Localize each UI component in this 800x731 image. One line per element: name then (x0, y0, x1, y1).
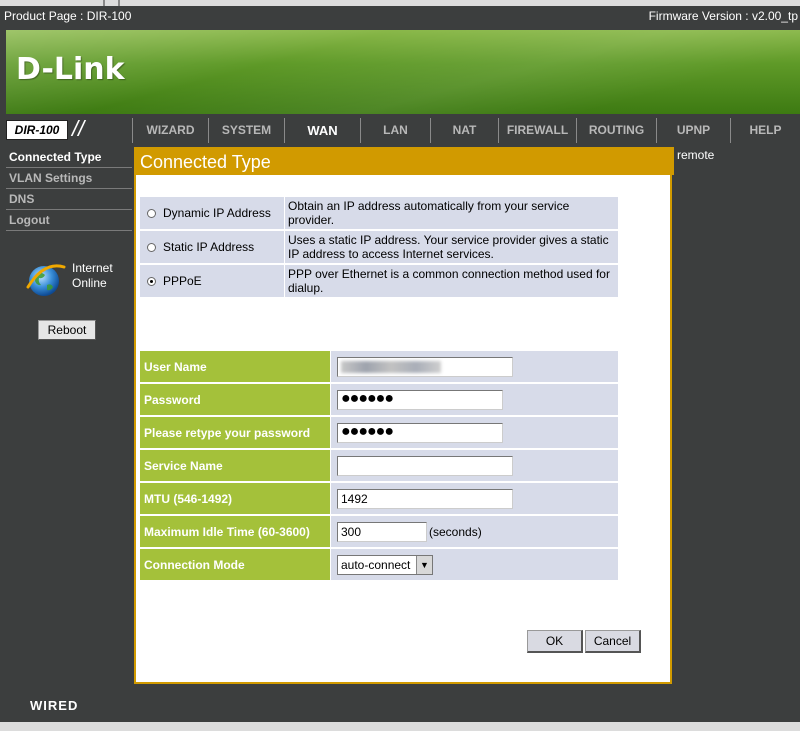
cancel-button[interactable]: Cancel (585, 630, 641, 653)
model-tab: DIR-100 // (6, 118, 132, 143)
chevron-down-icon[interactable]: ▼ (416, 555, 432, 574)
pppoe-settings-form: User Name Password ●●●●●● Please retype … (140, 349, 618, 582)
tab-upnp[interactable]: UPNP (656, 118, 730, 143)
ok-button[interactable]: OK (527, 630, 583, 653)
right-help-panel: remote (676, 147, 800, 684)
radio-pppoe[interactable] (146, 277, 156, 287)
connection-option-static: Static IP Address Uses a static IP addre… (140, 231, 618, 263)
form-row-retype-password: Please retype your password ●●●●●● (140, 417, 618, 448)
status-line-online: Online (72, 276, 107, 290)
left-sidebar: Connected Type VLAN Settings DNS Logout … (6, 147, 132, 684)
internet-status: Internet Online (22, 257, 132, 301)
sidebar-item-logout[interactable]: Logout (6, 210, 132, 231)
footer-bar: WIRED (6, 688, 800, 722)
password-label: Password (140, 384, 330, 415)
mtu-label: MTU (546-1492) (140, 483, 330, 514)
sidebar-item-connected-type[interactable]: Connected Type (6, 147, 132, 168)
retype-password-label: Please retype your password (140, 417, 330, 448)
firmware-version-label: Firmware Version : v2.00_tp (648, 9, 798, 23)
internet-globe-icon (26, 264, 66, 296)
main-content-panel: Connected Type Dynamic IP Address Obtain… (134, 147, 674, 684)
tab-firewall[interactable]: FIREWALL (498, 118, 576, 143)
main-nav: DIR-100 // WIZARD SYSTEM WAN LAN NAT FIR… (6, 117, 800, 144)
idle-time-label: Maximum Idle Time (60-3600) (140, 516, 330, 547)
service-name-input[interactable] (337, 455, 513, 476)
banner-gradient (6, 30, 800, 114)
model-name: DIR-100 (6, 120, 68, 140)
option-name: Static IP Address (162, 231, 284, 263)
radio-static-ip[interactable] (146, 243, 156, 253)
connection-type-table: Dynamic IP Address Obtain an IP address … (140, 195, 618, 299)
tab-routing[interactable]: ROUTING (576, 118, 656, 143)
connection-mode-label: Connection Mode (140, 549, 330, 580)
connection-option-dynamic: Dynamic IP Address Obtain an IP address … (140, 197, 618, 229)
idle-time-input[interactable]: 300 (337, 521, 427, 542)
help-text: remote (677, 148, 715, 162)
window-bottom-strip (0, 722, 800, 731)
brand-banner: D-Link (6, 30, 800, 114)
option-description: PPP over Ethernet is a common connection… (284, 265, 618, 297)
form-row-mtu: MTU (546-1492) 1492 (140, 483, 618, 514)
form-row-user-name: User Name (140, 351, 618, 382)
tab-system[interactable]: SYSTEM (208, 118, 284, 143)
password-input[interactable]: ●●●●●● (337, 389, 503, 410)
tab-nat[interactable]: NAT (430, 118, 498, 143)
status-line-internet: Internet (72, 261, 113, 275)
option-name: Dynamic IP Address (162, 197, 284, 229)
option-description: Obtain an IP address automatically from … (284, 197, 618, 229)
retype-password-input[interactable]: ●●●●●● (337, 422, 503, 443)
tab-lan[interactable]: LAN (360, 118, 430, 143)
sidebar-item-dns[interactable]: DNS (6, 189, 132, 210)
tab-help[interactable]: HELP (730, 118, 800, 143)
form-row-service-name: Service Name (140, 450, 618, 481)
dlink-logo: D-Link (16, 52, 125, 87)
option-description: Uses a static IP address. Your service p… (284, 231, 618, 263)
user-name-label: User Name (140, 351, 330, 382)
sidebar-item-vlan-settings[interactable]: VLAN Settings (6, 168, 132, 189)
option-name: PPPoE (162, 265, 284, 297)
top-info-bar: Product Page : DIR-100 Firmware Version … (0, 6, 800, 28)
tab-wan[interactable]: WAN (284, 118, 360, 143)
footer-wired-label: WIRED (30, 698, 79, 713)
form-row-password: Password ●●●●●● (140, 384, 618, 415)
connection-mode-select[interactable]: auto-connect ▼ (337, 554, 433, 575)
page-title: Connected Type (134, 147, 674, 175)
tab-wizard[interactable]: WIZARD (132, 118, 208, 143)
user-name-input[interactable] (337, 356, 513, 377)
service-name-label: Service Name (140, 450, 330, 481)
connection-option-pppoe: PPPoE PPP over Ethernet is a common conn… (140, 265, 618, 297)
connection-mode-value: auto-connect (341, 557, 411, 572)
redacted-username (341, 360, 441, 373)
mtu-input[interactable]: 1492 (337, 488, 513, 509)
radio-dynamic-ip[interactable] (146, 209, 156, 219)
internet-status-text: Internet Online (72, 261, 113, 291)
seconds-unit: (seconds) (429, 524, 482, 539)
form-row-connection-mode: Connection Mode auto-connect ▼ (140, 549, 618, 580)
product-page-label: Product Page : DIR-100 (4, 9, 132, 23)
slash-decoration-icon: // (72, 116, 85, 141)
form-row-idle-time: Maximum Idle Time (60-3600) 300 (seconds) (140, 516, 618, 547)
reboot-button[interactable]: Reboot (38, 320, 96, 340)
